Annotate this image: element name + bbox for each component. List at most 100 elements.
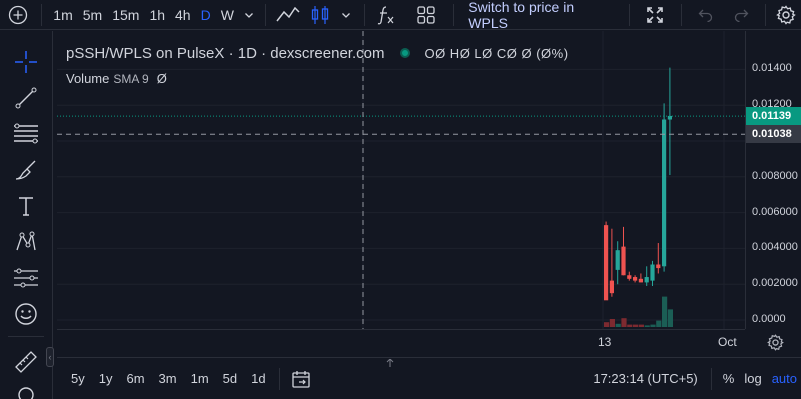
interval-5m[interactable]: 5m — [78, 0, 107, 30]
price-label: 0.006000 — [752, 205, 798, 218]
candle-body — [638, 278, 643, 283]
legend-title-row: pSSH/WPLS on PulseX · 1D · dexscreener.c… — [66, 45, 569, 62]
settings-gear-icon[interactable] — [767, 334, 784, 354]
range-1d[interactable]: 1d — [244, 371, 272, 386]
range-6m[interactable]: 6m — [119, 371, 151, 386]
toolbar-divider — [764, 3, 766, 26]
time-axis[interactable]: 13 Oct — [57, 329, 745, 356]
ohlc-values: OØ HØ LØ CØ Ø (Ø%) — [424, 46, 569, 61]
candle-body — [604, 225, 609, 301]
toolbar-divider — [264, 3, 266, 26]
volume-bar — [621, 318, 627, 327]
price-label: 0.0000 — [752, 313, 786, 325]
toolbar-divider — [363, 3, 365, 26]
top-toolbar: 1m 5m 15m 1h 4h D W Switch to price in W… — [0, 0, 801, 31]
candle-body — [609, 280, 614, 294]
price-label: 0.01400 — [752, 62, 792, 75]
volume-bar — [650, 324, 656, 327]
undo-icon[interactable] — [688, 0, 723, 30]
range-5d[interactable]: 5d — [216, 371, 244, 386]
plus-circle-icon[interactable] — [0, 0, 35, 30]
candle-body — [621, 246, 626, 276]
candle-body — [650, 264, 655, 281]
collapse-toolbar-handle[interactable]: ‹ — [46, 347, 54, 367]
resize-handle-icon[interactable] — [385, 355, 395, 370]
redo-icon[interactable] — [723, 0, 758, 30]
volume-bar — [644, 325, 650, 327]
goto-date-icon[interactable] — [288, 366, 314, 392]
range-1m[interactable]: 1m — [184, 371, 216, 386]
candle-body — [615, 250, 620, 270]
time-label: Oct — [718, 335, 737, 349]
candle-body — [656, 264, 661, 269]
price-label: 0.002000 — [752, 277, 798, 290]
interval-4h[interactable]: 4h — [170, 0, 196, 30]
gear-icon[interactable] — [772, 0, 801, 30]
clock-timezone[interactable]: 17:23:14 (UTC+5) — [586, 371, 704, 386]
interval-w[interactable]: W — [216, 0, 239, 30]
chevron-down-icon[interactable] — [334, 0, 358, 30]
interval-1m[interactable]: 1m — [48, 0, 77, 30]
candle-body — [644, 277, 649, 283]
volume-label[interactable]: Volume — [66, 71, 109, 86]
range-5y[interactable]: 5y — [64, 371, 92, 386]
crosshair-icon[interactable] — [11, 47, 41, 77]
current-price-tag: 0.01139 — [746, 107, 801, 126]
interval-d[interactable]: D — [196, 0, 216, 30]
volume-legend: Volume SMA 9 Ø — [66, 71, 167, 86]
bottom-right-group: 17:23:14 (UTC+5) % log auto — [586, 367, 801, 390]
interval-1h[interactable]: 1h — [144, 0, 170, 30]
volume-bar — [656, 320, 662, 327]
emoji-icon[interactable] — [11, 299, 41, 329]
volume-bar — [633, 324, 639, 327]
grid-icon[interactable] — [404, 0, 447, 30]
volume-bar — [604, 322, 610, 327]
candles-icon[interactable] — [305, 0, 334, 30]
fx-icon[interactable] — [371, 0, 404, 30]
crosshair-price-tag: 0.01038 — [746, 125, 801, 144]
interval-group: 1m 5m 15m 1h 4h D W — [48, 0, 239, 30]
volume-value: Ø — [156, 71, 167, 86]
price-label: 0.008000 — [752, 169, 798, 182]
switch-price-button[interactable]: Switch to price in WPLS — [460, 0, 623, 31]
price-label: 0.004000 — [752, 241, 798, 254]
trend-line-icon[interactable] — [11, 83, 41, 113]
symbol-title[interactable]: pSSH/WPLS on PulseX · 1D · dexscreener.c… — [66, 45, 384, 62]
volume-bar — [667, 309, 673, 327]
toolbar-divider — [453, 3, 455, 26]
volume-bar — [615, 323, 621, 327]
log-toggle[interactable]: log — [739, 371, 766, 386]
line-chart-icon[interactable] — [272, 0, 305, 30]
candle-body — [633, 277, 638, 281]
range-1y[interactable]: 1y — [92, 371, 120, 386]
candle-body — [662, 119, 667, 267]
volume-bar — [662, 296, 668, 327]
chevron-down-icon[interactable] — [239, 0, 259, 30]
range-3m[interactable]: 3m — [152, 371, 184, 386]
brush-icon[interactable] — [11, 155, 41, 185]
interval-15m[interactable]: 15m — [107, 0, 144, 30]
volume-bar — [627, 324, 633, 327]
zoom-icon[interactable] — [11, 381, 41, 399]
market-status-icon — [400, 48, 411, 58]
price-axis[interactable]: 0.014000.012000.010000.0080000.0060000.0… — [745, 31, 801, 329]
percent-toggle[interactable]: % — [718, 371, 740, 386]
volume-bar — [609, 319, 615, 327]
volume-bar — [638, 324, 644, 327]
chart-pane[interactable]: pSSH/WPLS on PulseX · 1D · dexscreener.c… — [57, 31, 745, 329]
toolbar-divider — [681, 3, 683, 26]
fullscreen-icon[interactable] — [636, 0, 675, 30]
toolbar-divider — [710, 367, 712, 390]
auto-toggle[interactable]: auto — [767, 371, 801, 386]
drawing-toolbar: ‹ — [0, 31, 54, 399]
toolbar-divider — [41, 3, 43, 26]
prediction-tools-icon[interactable] — [11, 263, 41, 293]
bottom-toolbar: 5y 1y 6m 3m 1m 5d 1d 17:23:14 (UTC+5) % … — [57, 357, 801, 399]
text-tool-icon[interactable] — [11, 191, 41, 221]
ruler-icon[interactable] — [11, 347, 41, 377]
candle-body — [627, 275, 632, 279]
fib-lines-icon[interactable] — [11, 119, 41, 149]
pattern-icon[interactable] — [11, 227, 41, 257]
range-group: 5y 1y 6m 3m 1m 5d 1d — [64, 371, 273, 386]
time-label: 13 — [598, 335, 612, 349]
